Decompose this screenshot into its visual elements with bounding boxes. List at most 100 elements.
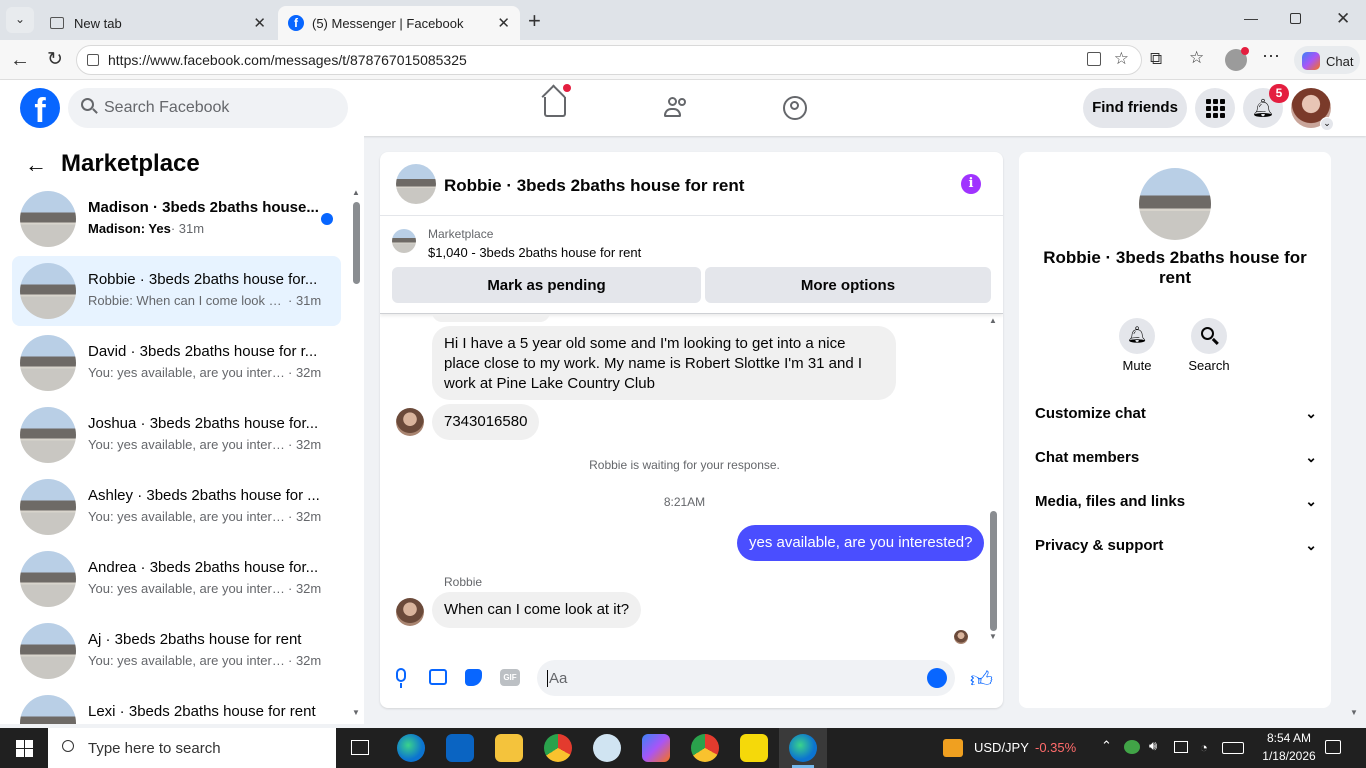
chrome-icon[interactable] (544, 734, 572, 762)
notification-center-icon[interactable] (1325, 740, 1341, 754)
gif-icon[interactable]: GIF (500, 669, 520, 686)
facebook-logo-icon[interactable]: f (20, 88, 60, 128)
tab-new-tab[interactable]: New tab ✕ (40, 6, 276, 40)
friends-nav-icon[interactable] (664, 96, 690, 120)
menu-grid-button[interactable] (1195, 88, 1235, 128)
page-scroll-down-icon[interactable]: ▼ (1350, 708, 1358, 717)
account-avatar[interactable]: ⌄ (1291, 88, 1334, 131)
incoming-message-phone[interactable]: 7343016580 (432, 404, 540, 440)
conversation-item[interactable]: Joshua · 3beds 2baths house for... You: y… (12, 400, 341, 470)
minimize-window-icon[interactable]: — (1244, 10, 1258, 26)
restore-window-icon[interactable] (1290, 13, 1301, 24)
listing-thumbnail[interactable] (396, 164, 436, 204)
incoming-message-last[interactable]: When can I come look at it? (432, 592, 642, 628)
privacy-support-section[interactable]: Privacy & support ⌄ (1035, 537, 1317, 561)
sticker-icon[interactable] (465, 669, 482, 686)
sender-avatar[interactable] (396, 598, 424, 626)
scroll-down-icon[interactable]: ▼ (989, 632, 997, 641)
show-hidden-icons-chevron-icon[interactable]: ⌃ (1101, 738, 1112, 754)
task-view-icon[interactable] (351, 740, 369, 755)
clock-time[interactable]: 8:54 AM (1258, 731, 1320, 745)
back-arrow-icon[interactable]: ← (10, 49, 30, 72)
media-files-links-section[interactable]: Media, files and links ⌄ (1035, 493, 1317, 517)
photo-attach-icon[interactable] (429, 669, 447, 685)
close-window-icon[interactable]: ✕ (1336, 9, 1350, 29)
mark-as-pending-button[interactable]: Mark as pending (392, 267, 701, 303)
chrome-profile-icon[interactable] (691, 734, 719, 762)
battery-icon[interactable] (1174, 741, 1188, 753)
copilot-app-icon[interactable] (642, 734, 670, 762)
conversation-item[interactable]: Aj · 3beds 2baths house for rent You: yes… (12, 616, 341, 686)
conversation-item[interactable]: Madison · 3beds 2baths house... Madison: … (12, 184, 341, 254)
more-menu-icon[interactable]: ⋯ (1262, 46, 1280, 67)
emoji-icon[interactable] (927, 668, 947, 688)
new-tab-plus-icon[interactable]: + (528, 8, 541, 34)
voice-clip-icon[interactable] (396, 668, 406, 682)
taskbar-search-box[interactable]: Type here to search (48, 728, 336, 768)
chat-members-section[interactable]: Chat members ⌄ (1035, 449, 1317, 473)
groups-nav-icon[interactable] (783, 96, 807, 120)
conversation-item[interactable]: David · 3beds 2baths house for r... You: … (12, 328, 341, 398)
file-explorer-icon[interactable] (495, 734, 523, 762)
back-arrow-icon[interactable]: ← (25, 152, 47, 178)
edge-browser-icon[interactable] (397, 734, 425, 762)
seen-receipt-avatar (954, 630, 968, 644)
url-field[interactable]: https://www.facebook.com/messages/t/8787… (76, 45, 1142, 75)
like-thumbs-up-icon[interactable]: 👍︎ (970, 666, 993, 693)
home-nav-icon[interactable] (541, 84, 571, 117)
extensions-icon[interactable]: ⧉ (1150, 49, 1162, 69)
outlook-icon[interactable] (446, 734, 474, 762)
mute-button[interactable]: 🔔︎ (1119, 318, 1155, 354)
conversation-item[interactable]: Lexi · 3beds 2baths house for rent (12, 688, 341, 724)
wifi-icon[interactable]: ◔ (1200, 740, 1208, 755)
site-info-icon[interactable] (87, 54, 99, 66)
conversation-item[interactable]: Robbie · 3beds 2baths house for... Robbie… (12, 256, 341, 326)
chat-title[interactable]: Robbie · 3beds 2baths house for rent (444, 176, 744, 196)
windows-start-icon[interactable] (16, 740, 33, 757)
conversation-item[interactable]: Ashley · 3beds 2baths house for ... You: … (12, 472, 341, 542)
tab-list-dropdown-icon[interactable]: ⌄ (6, 7, 34, 33)
edge-active-icon[interactable] (789, 734, 817, 762)
close-tab-icon[interactable]: ✕ (253, 14, 266, 32)
volume-icon[interactable]: 🔊︎ (1149, 738, 1157, 754)
favorite-star-icon[interactable]: ☆ (1114, 49, 1129, 69)
friends-body (664, 108, 681, 117)
scrollbar-thumb[interactable] (353, 202, 360, 284)
listing-profile-photo[interactable] (1139, 168, 1211, 240)
outgoing-message[interactable]: yes available, are you interested? (737, 525, 985, 561)
sender-avatar[interactable] (396, 408, 424, 436)
network-icon[interactable] (1124, 740, 1140, 754)
close-tab-icon[interactable]: ✕ (497, 14, 510, 32)
reload-icon[interactable]: ↻ (47, 48, 63, 71)
favorites-icon[interactable]: ☆ (1189, 48, 1204, 68)
notifications-button[interactable]: 🔔︎ 5 (1243, 84, 1289, 128)
scroll-up-icon[interactable]: ▲ (989, 316, 997, 325)
find-friends-button[interactable]: Find friends (1083, 88, 1187, 128)
copilot-chat-button[interactable]: Chat (1294, 46, 1360, 74)
keyboard-icon[interactable] (1222, 742, 1244, 754)
scrollbar-thumb[interactable] (990, 511, 997, 631)
tab-messenger[interactable]: f (5) Messenger | Facebook ✕ (278, 6, 520, 40)
listing-thumbnail (20, 335, 76, 391)
chat-header: Robbie · 3beds 2baths house for rent i (380, 152, 1003, 216)
clock-date[interactable]: 1/18/2026 (1254, 749, 1324, 763)
scroll-down-icon[interactable]: ▼ (352, 708, 360, 717)
customize-chat-section[interactable]: Customize chat ⌄ (1035, 405, 1317, 429)
search-facebook-input[interactable]: Search Facebook (68, 88, 348, 128)
conversation-item[interactable]: Andrea · 3beds 2baths house for... You: y… (12, 544, 341, 614)
ticker-symbol[interactable]: USD/JPY (974, 740, 1029, 755)
message-input[interactable]: Aa (537, 660, 955, 696)
listing-description[interactable]: $1,040 - 3beds 2baths house for rent (428, 245, 641, 260)
incoming-message-long[interactable]: Hi I have a 5 year old some and I'm look… (432, 326, 896, 400)
search-chat-button[interactable] (1191, 318, 1227, 354)
app-available-icon[interactable] (1087, 52, 1101, 66)
scrollbar-track[interactable]: ▲ ▼ (350, 188, 362, 724)
listing-small-thumbnail[interactable] (392, 229, 416, 253)
scroll-up-icon[interactable]: ▲ (352, 188, 360, 197)
more-options-button[interactable]: More options (705, 267, 991, 303)
info-icon[interactable]: i (961, 174, 981, 194)
profile-avatar-icon[interactable] (1225, 47, 1249, 71)
paint-icon[interactable] (593, 734, 621, 762)
chat-scrollbar[interactable]: ▲ ▼ (987, 316, 999, 644)
sticky-notes-icon[interactable] (740, 734, 768, 762)
